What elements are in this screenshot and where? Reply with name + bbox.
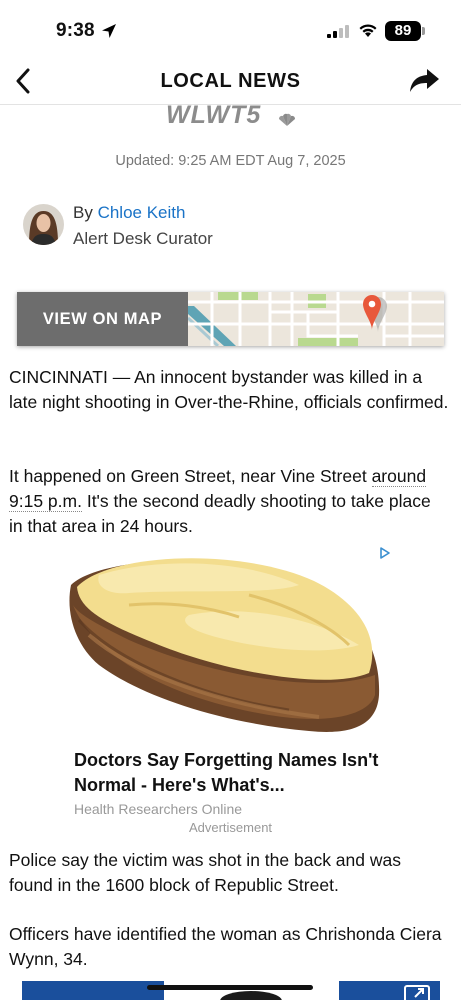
ad-source[interactable]: Health Researchers Online [74, 801, 242, 817]
view-on-map-card[interactable]: VIEW ON MAP [17, 292, 444, 346]
page-title: LOCAL NEWS [160, 70, 301, 92]
article-paragraph-1: CINCINNATI — An innocent bystander was k… [9, 365, 449, 415]
view-on-map-button[interactable]: VIEW ON MAP [17, 292, 188, 346]
article-paragraph-2: It happened on Green Street, near Vine S… [9, 464, 449, 539]
status-time: 9:38 [56, 20, 95, 41]
author-link[interactable]: Chloe Keith [98, 203, 186, 222]
paragraph-2-before: It happened on Green Street, near Vine S… [9, 466, 372, 486]
home-indicator [147, 985, 313, 990]
status-bar: 9:38 89 [0, 0, 461, 58]
cellular-signal-icon [327, 25, 349, 38]
author-avatar[interactable] [23, 204, 64, 245]
dateline: CINCINNATI — [9, 367, 131, 387]
advertisement-label: Advertisement [188, 820, 273, 835]
article-paragraph-4: Officers have identified the woman as Ch… [9, 924, 442, 969]
station-logo: WLWT5 [164, 101, 299, 131]
adchoices-icon[interactable] [379, 547, 391, 559]
nav-bar: LOCAL NEWS [0, 58, 461, 105]
expand-icon[interactable] [402, 983, 432, 1000]
station-logo-text: WLWT5 [166, 101, 262, 129]
author-photo [23, 204, 64, 245]
wifi-icon [359, 24, 377, 37]
author-role: Alert Desk Curator [73, 229, 213, 248]
map-thumbnail [188, 292, 444, 346]
location-arrow-icon [102, 24, 116, 38]
battery-tip [422, 27, 425, 35]
ad-headline[interactable]: Doctors Say Forgetting Names Isn't Norma… [74, 748, 404, 798]
updated-timestamp: Updated: 9:25 AM EDT Aug 7, 2025 [115, 153, 346, 169]
video-player[interactable] [22, 981, 440, 1000]
article-paragraph-3: Police say the victim was shot in the ba… [9, 850, 401, 895]
byline: By Chloe Keith [73, 203, 185, 223]
peacock-icon [278, 113, 296, 126]
share-arrow-icon [410, 69, 439, 92]
ad-image[interactable] [69, 545, 391, 735]
share-button[interactable] [406, 66, 442, 96]
battery-indicator: 89 [385, 21, 421, 41]
byline-prefix: By [73, 203, 98, 222]
